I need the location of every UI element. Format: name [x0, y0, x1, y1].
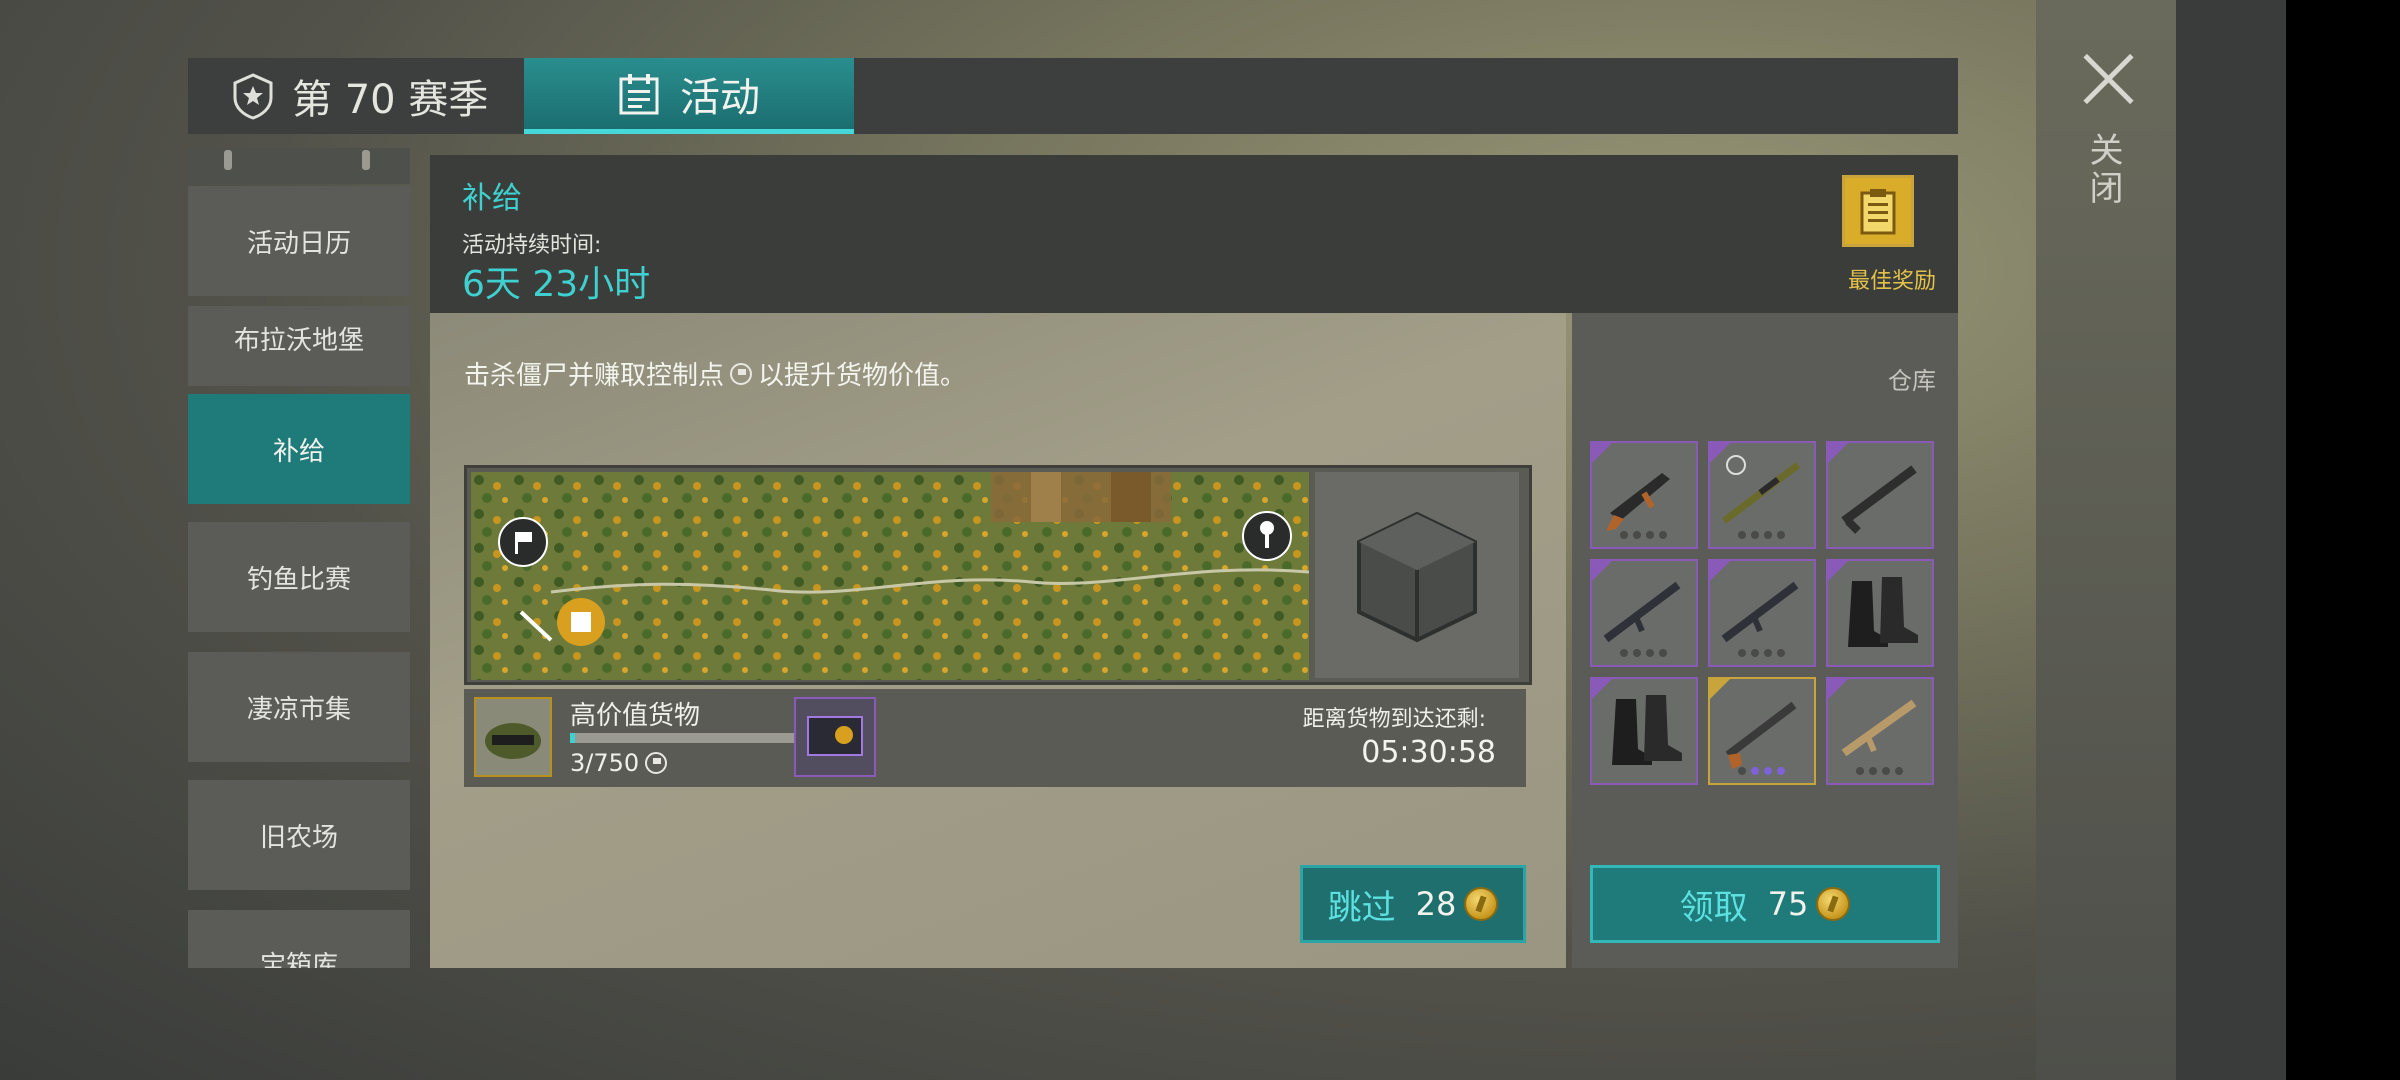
sidebar-item-calendar[interactable]: 活动日历	[188, 186, 410, 296]
shotgun-icon[interactable]	[1826, 441, 1934, 549]
sidebar-item-label: 旧农场	[259, 822, 338, 853]
cargo-progress-value: 3/750	[570, 749, 640, 777]
close-icon	[2078, 50, 2138, 110]
ak-rifle-icon[interactable]	[1590, 441, 1698, 549]
calendar-icon	[619, 73, 659, 114]
sidebar-item-label: 凄凉市集	[246, 694, 351, 725]
cargo-progress-text: 3/750	[570, 749, 673, 777]
season-shield-icon	[233, 73, 273, 120]
tab-season-label: 第 70 赛季	[292, 77, 489, 123]
cargo-progress-bar	[570, 733, 798, 743]
warehouse-label: 仓库	[1888, 367, 1936, 395]
tan-rifle-icon[interactable]	[1826, 677, 1934, 785]
tab-activity[interactable]: 活动	[524, 58, 854, 134]
skip-button[interactable]: 跳过 28	[1300, 865, 1526, 943]
cargo-name: 高价值货物	[570, 701, 701, 731]
sniper-rifle-icon[interactable]	[1708, 441, 1816, 549]
close-button[interactable]: 关闭	[2070, 40, 2146, 290]
id-card-icon[interactable]	[794, 697, 876, 777]
sidebar-item-supply[interactable]: 补给	[188, 394, 410, 504]
sidebar-item-label: 宝箱库	[259, 951, 338, 968]
map-crate-marker	[557, 598, 605, 646]
eta-label: 距离货物到达还剩:	[1302, 707, 1486, 732]
gold-coin-icon	[1816, 887, 1851, 921]
best-reward-label: 最佳奖励	[1847, 269, 1936, 294]
sidebar-item-label: 布拉沃地堡	[233, 326, 364, 356]
duration-value: 6天 23小时	[462, 264, 651, 305]
claim-cost: 75	[1767, 885, 1809, 923]
tab-season[interactable]: 第 70 赛季	[188, 58, 524, 134]
scroll-handle[interactable]	[188, 148, 410, 184]
claim-button[interactable]: 领取 75	[1590, 865, 1940, 943]
activity-sidebar[interactable]: 活动日历 布拉沃地堡 补给 钓鱼比赛 凄凉市集 旧农场 宝箱库	[188, 148, 410, 968]
sidebar-item-partial[interactable]: 宝箱库	[188, 910, 410, 968]
pump-shotgun-icon[interactable]	[1708, 677, 1816, 785]
best-reward-button[interactable]: 最佳奖励	[1816, 175, 1936, 295]
side-backdrop-dark	[2176, 0, 2286, 1080]
gold-coin-icon	[1464, 887, 1499, 921]
cargo-status: 高价值货物 3/750 距离货物到达还剩: 05:30:58	[464, 689, 1526, 787]
sidebar-item-bravo-bunker[interactable]: 布拉沃地堡	[188, 306, 410, 386]
top-tab-bar: 第 70 赛季 活动	[188, 58, 1958, 134]
event-title: 补给	[462, 181, 522, 216]
helmet-icon	[474, 697, 552, 777]
warehouse-panel: 仓库 领取 75	[1572, 313, 1958, 968]
crate-icon	[1357, 511, 1477, 643]
control-point-icon	[730, 362, 753, 385]
tab-activity-label: 活动	[680, 74, 760, 121]
sidebar-item-old-farm[interactable]: 旧农场	[188, 780, 410, 890]
eta-timer: 05:30:58	[1361, 735, 1496, 770]
control-point-icon	[645, 752, 668, 774]
route-map	[471, 472, 1309, 680]
sidebar-item-fishing[interactable]: 钓鱼比赛	[188, 522, 410, 632]
combat-boots-icon[interactable]	[1826, 559, 1934, 667]
description-text: 击杀僵尸并赚取控制点	[464, 361, 725, 391]
skip-label: 跳过	[1327, 887, 1396, 928]
skip-cost: 28	[1415, 885, 1457, 923]
m4-rifle-icon[interactable]	[1590, 559, 1698, 667]
event-content: 击杀僵尸并赚取控制点 以提升货物价值。 高价值货物 3/750 距离货物到达还剩…	[430, 313, 1566, 968]
event-header: 补给 活动持续时间: 6天 23小时 最佳奖励	[430, 155, 1958, 313]
sidebar-item-bleak-market[interactable]: 凄凉市集	[188, 652, 410, 762]
supply-crate	[1315, 472, 1519, 678]
event-description: 击杀僵尸并赚取控制点 以提升货物价值。	[464, 355, 966, 392]
sidebar-item-label: 活动日历	[246, 228, 351, 259]
sidebar-item-label: 补给	[272, 436, 325, 467]
sidebar-item-label: 钓鱼比赛	[246, 564, 351, 595]
close-label: 关闭	[2083, 132, 2123, 208]
map-flag-marker	[498, 517, 548, 567]
claim-label: 领取	[1679, 887, 1748, 928]
screen-edge	[2286, 0, 2400, 1080]
m4-rifle-icon[interactable]	[1708, 559, 1816, 667]
combat-boots-icon[interactable]	[1590, 677, 1698, 785]
cargo-progress-fill	[570, 733, 575, 743]
description-text-end: 以提升货物价值。	[758, 361, 967, 391]
route-map-card	[464, 465, 1532, 685]
map-destination-marker	[1242, 511, 1292, 561]
clipboard-icon	[1842, 175, 1914, 247]
